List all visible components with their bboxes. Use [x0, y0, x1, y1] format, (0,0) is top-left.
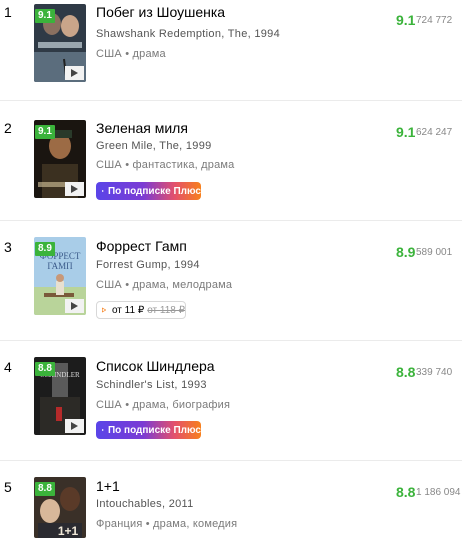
- movie-rating: 8.8: [396, 364, 416, 380]
- play-icon: [102, 429, 104, 431]
- movie-original-title: Shawshank Redemption, The, 1994: [96, 28, 280, 40]
- buy-old-price: от 118 ₽: [147, 304, 185, 316]
- plus-subscription-button[interactable]: По подписке Плюс: [96, 182, 201, 200]
- movie-original-title: Intouchables, 2011: [96, 498, 194, 510]
- trailer-button[interactable]: [65, 182, 84, 196]
- movie-meta: США • драма: [96, 48, 166, 60]
- movie-poster[interactable]: 9.1: [34, 120, 86, 198]
- svg-text:ГАМП: ГАМП: [47, 261, 73, 271]
- movie-row[interactable]: 4 SCHINDLER 8.8 Список Шиндлера Schindle…: [0, 340, 462, 460]
- movie-meta: США • драма, биография: [96, 399, 231, 411]
- movie-votes: 724 772: [416, 15, 453, 26]
- movie-rating: 8.8: [396, 484, 416, 500]
- movie-rating: 9.1: [396, 12, 416, 28]
- movie-votes: 624 247: [416, 127, 453, 138]
- rating-badge: 8.8: [35, 482, 55, 496]
- buy-price: от 11 ₽: [111, 304, 145, 316]
- movie-meta: Франция • драма, комедия: [96, 518, 238, 530]
- movie-row[interactable]: 3 ФОРРЕСТ ГАМП 8.9 Форрест Гамп Forrest …: [0, 220, 462, 340]
- plus-subscription-button[interactable]: По подписке Плюс: [96, 421, 201, 439]
- play-icon: [102, 190, 104, 192]
- movie-title[interactable]: Форрест Гамп: [96, 238, 187, 254]
- movie-poster[interactable]: 9.1: [34, 4, 86, 82]
- movie-poster[interactable]: ФОРРЕСТ ГАМП 8.9: [34, 237, 86, 315]
- rating-badge: 9.1: [35, 9, 55, 23]
- movie-title[interactable]: Список Шиндлера: [96, 358, 215, 374]
- movie-title[interactable]: 1+1: [96, 478, 120, 494]
- buy-button[interactable]: от 11 ₽ от 118 ₽: [96, 301, 186, 319]
- trailer-button[interactable]: [65, 299, 84, 313]
- movie-rank: 5: [4, 479, 12, 495]
- play-icon: [71, 69, 78, 77]
- movie-original-title: Green Mile, The, 1999: [96, 140, 212, 152]
- movie-poster[interactable]: 1+1 8.8: [34, 477, 86, 538]
- play-icon: [71, 422, 78, 430]
- movie-rank: 3: [4, 239, 12, 255]
- movie-title[interactable]: Зеленая миля: [96, 120, 188, 136]
- movie-rank: 4: [4, 359, 12, 375]
- movie-rating: 9.1: [396, 124, 416, 140]
- play-icon: [71, 302, 78, 310]
- movie-list: 1 9.1 Побег из Шоушенка Shawshank Redemp…: [0, 0, 462, 538]
- movie-rank: 1: [4, 4, 12, 20]
- rating-badge: 8.8: [35, 362, 55, 376]
- plus-subscription-label: По подписке Плюс: [107, 424, 201, 436]
- plus-subscription-label: По подписке Плюс: [107, 185, 201, 197]
- movie-original-title: Schindler's List, 1993: [96, 379, 207, 391]
- movie-rank: 2: [4, 120, 12, 136]
- movie-row[interactable]: 2 9.1 Зеленая миля Green Mile, The, 1999…: [0, 100, 462, 220]
- movie-meta: США • драма, мелодрама: [96, 279, 233, 291]
- movie-votes: 1 186 094: [416, 487, 461, 498]
- movie-votes: 589 001: [416, 247, 453, 258]
- play-icon: [71, 185, 78, 193]
- rating-badge: 8.9: [35, 242, 55, 256]
- rating-badge: 9.1: [35, 125, 55, 139]
- movie-rating: 8.9: [396, 244, 416, 260]
- movie-title[interactable]: Побег из Шоушенка: [96, 4, 225, 20]
- movie-poster[interactable]: SCHINDLER 8.8: [34, 357, 86, 435]
- trailer-button[interactable]: [65, 419, 84, 433]
- movie-meta: США • фантастика, драма: [96, 159, 235, 171]
- play-icon: [102, 307, 106, 313]
- movie-original-title: Forrest Gump, 1994: [96, 259, 200, 271]
- movie-row[interactable]: 5 1+1 8.8 1+1 Intouchables, 2011 Франция…: [0, 460, 462, 538]
- svg-text:1+1: 1+1: [58, 524, 79, 538]
- trailer-button[interactable]: [65, 66, 84, 80]
- movie-votes: 339 740: [416, 367, 453, 378]
